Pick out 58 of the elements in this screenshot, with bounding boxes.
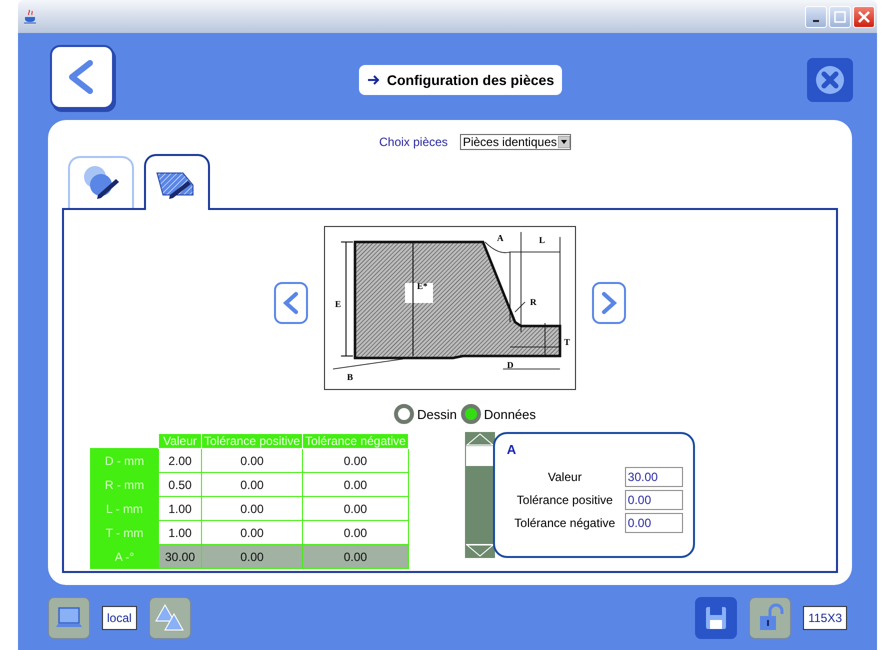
chevron-left-icon — [281, 291, 301, 315]
column-header: Tolérance positive — [202, 434, 303, 448]
computer-button[interactable] — [48, 596, 90, 638]
previous-button[interactable] — [274, 282, 308, 324]
table-cell: 0.00 — [202, 496, 303, 520]
table-cell: 0.50 — [158, 472, 202, 496]
table-row[interactable]: A -° 30.00 0.00 0.00 — [90, 544, 408, 568]
column-header: Tolérance négative — [302, 434, 408, 448]
chevron-right-icon — [599, 291, 619, 315]
row-header: A -° — [90, 544, 158, 568]
table-cell: 0.00 — [302, 496, 408, 520]
arrow-icon — [366, 74, 381, 86]
field-label: Tolérance positive — [516, 493, 614, 507]
save-button[interactable] — [695, 596, 738, 638]
table-cell: 1.00 — [158, 496, 202, 520]
table-cell: 0.00 — [202, 544, 303, 568]
table-row[interactable]: T - mm 1.00 0.00 0.00 — [90, 520, 408, 544]
input-field[interactable]: 0.00 — [624, 490, 683, 510]
input-field[interactable]: 30.00 — [624, 467, 683, 487]
input-field[interactable]: 0.00 — [624, 513, 683, 533]
row-header: L - mm — [90, 496, 158, 520]
table-row[interactable]: R - mm 0.50 0.00 0.00 — [90, 472, 408, 496]
table-cell: 0.00 — [302, 544, 408, 568]
column-header: Valeur — [158, 434, 202, 448]
triangles-icon — [154, 602, 185, 632]
field-label: Valeur — [546, 470, 583, 484]
close-icon — [856, 8, 872, 24]
table-row[interactable]: D - mm 2.00 0.00 0.00 — [90, 448, 408, 472]
view-radio[interactable]: Données — [460, 404, 536, 424]
table-cell: 30.00 — [158, 544, 202, 568]
view-radio[interactable]: Dessin — [394, 404, 457, 424]
detail-title: A — [506, 442, 518, 457]
java-icon — [22, 8, 38, 24]
table-cell: 0.00 — [202, 472, 303, 496]
minimize-icon — [813, 20, 819, 22]
connection-label: local — [102, 606, 137, 630]
tab[interactable] — [144, 154, 210, 210]
table-cell: 0.00 — [302, 472, 408, 496]
scrollbar[interactable] — [464, 432, 495, 558]
close-button[interactable] — [807, 58, 853, 102]
row-header: R - mm — [90, 472, 158, 496]
minimize-button[interactable] — [805, 6, 827, 28]
choice-dropdown[interactable]: Pièces identiques — [460, 134, 571, 150]
next-button[interactable] — [592, 282, 626, 324]
table-cell: 0.00 — [202, 448, 303, 472]
maximize-icon — [832, 8, 848, 24]
field-label: Tolérance négative — [513, 516, 616, 530]
choice-label: Choix pièces — [379, 135, 448, 149]
row-header: T - mm — [90, 520, 158, 544]
table-row[interactable]: L - mm 1.00 0.00 0.00 — [90, 496, 408, 520]
title-text: Configuration des pièces — [386, 72, 554, 88]
close-button[interactable] — [853, 6, 875, 28]
table-cell: 2.00 — [158, 448, 202, 472]
size-label: 115X3 — [803, 606, 847, 630]
row-header: D - mm — [90, 448, 158, 472]
dropdown-icon — [558, 136, 570, 148]
warning-button[interactable] — [148, 596, 191, 638]
table-cell: 0.00 — [302, 448, 408, 472]
